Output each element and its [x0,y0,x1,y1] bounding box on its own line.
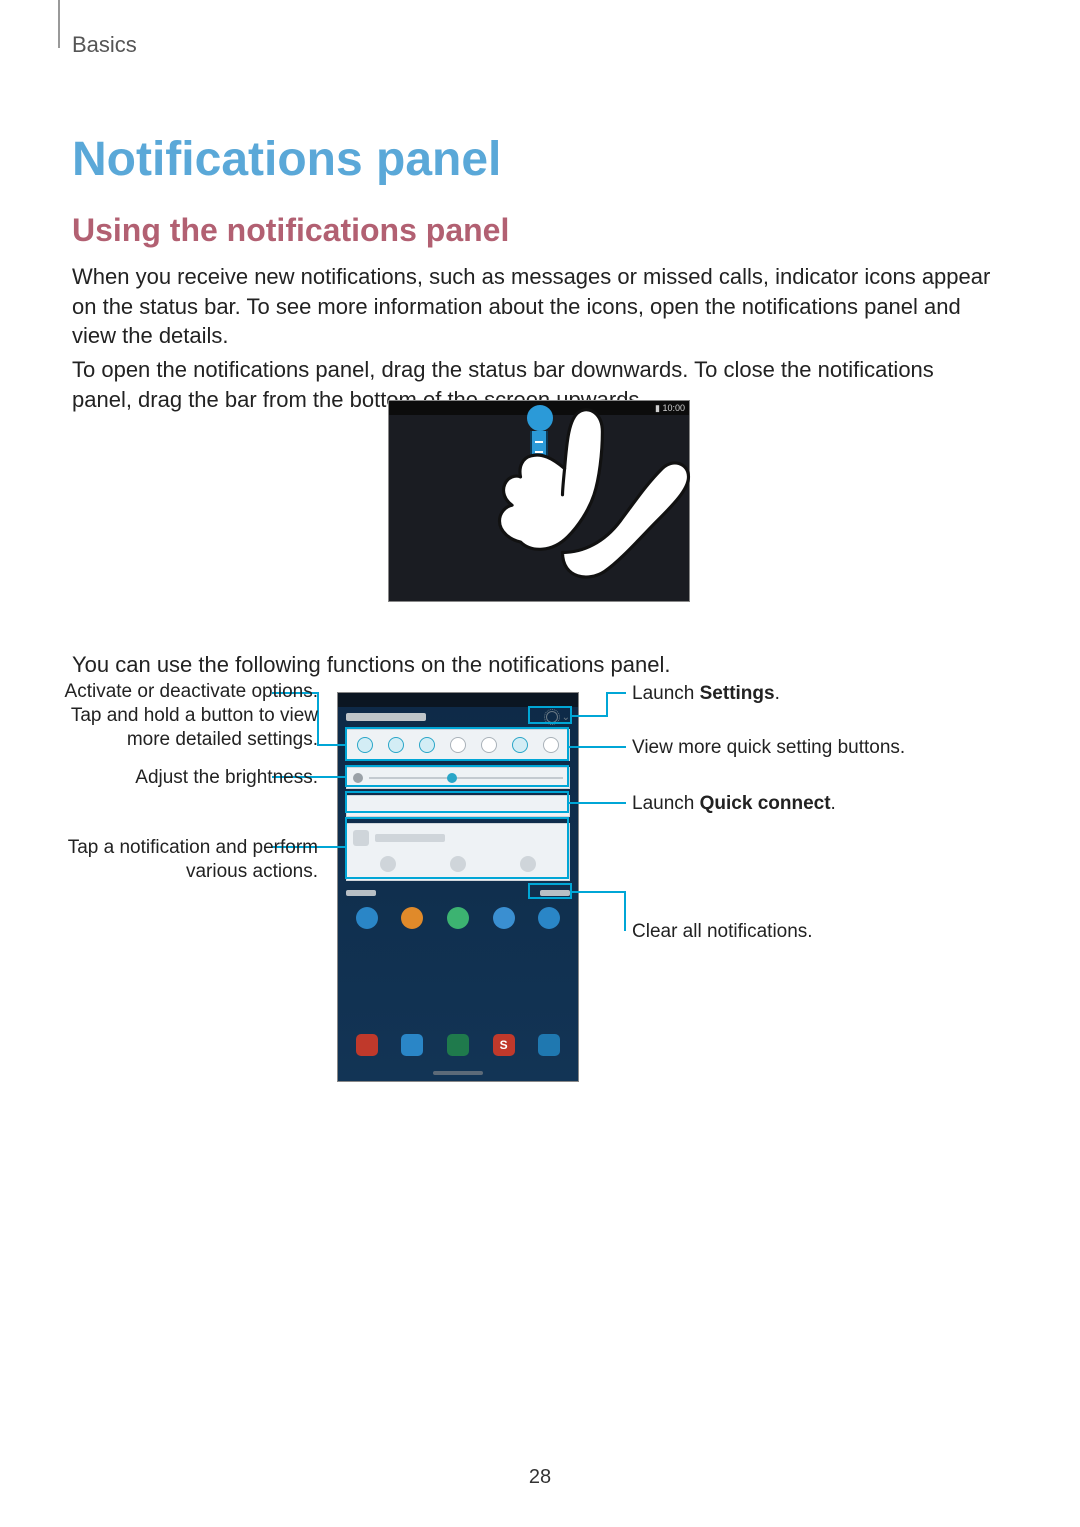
callout-view-more: View more quick setting buttons. [632,736,932,760]
callout-line [624,929,626,931]
toggle-rotate[interactable] [450,737,466,753]
paragraph-1: When you receive new notifications, such… [72,262,992,351]
panel-date-label [346,713,426,721]
callout-clear-all: Clear all notifications. [632,920,932,944]
figure-panel-callouts: ⌄ [72,668,992,1088]
callout-brightness: Adjust the brightness. [58,766,318,790]
callout-line [572,715,608,717]
callout-line [317,744,345,746]
clear-all-button[interactable] [540,890,570,896]
brightness-row [346,767,570,789]
notif-settings-label[interactable] [346,890,376,896]
callout-line [606,692,626,694]
toggle-mobile-data[interactable] [512,737,528,753]
settings-gear-icon[interactable] [546,711,558,723]
callout-line [572,891,626,893]
section-title: Using the notifications panel [72,212,509,249]
notification-card[interactable] [346,823,570,881]
toggle-sound[interactable] [419,737,435,753]
brightness-icon [353,773,363,783]
device-status-bar [338,693,578,707]
toggle-location[interactable] [388,737,404,753]
toggle-wifi[interactable] [357,737,373,753]
callout-line [569,802,626,804]
toggle-torch[interactable] [543,737,559,753]
page-number: 28 [0,1466,1080,1489]
toggle-bluetooth[interactable] [481,737,497,753]
quick-toggle-row [346,729,570,761]
callout-line [569,746,626,748]
page-edge-rule [58,0,60,48]
device-screenshot: ⌄ [337,692,579,1082]
callout-quick-connect: Launch Quick connect. [632,792,932,816]
panel-header-row: ⌄ [338,707,578,727]
quick-connect-card[interactable] [346,795,570,817]
callout-launch-settings: Launch Settings. [632,682,932,706]
panel-drag-handle[interactable] [433,1071,483,1075]
notifications-footer [346,885,570,901]
figure-drag-statusbar: ▮ 10:00 [388,400,690,602]
breadcrumb: Basics [72,32,137,58]
hand-gesture-icon [489,395,699,605]
page-title: Notifications panel [72,132,501,187]
home-app-row [338,907,578,929]
callout-activate-options: Activate or deactivate options. Tap and … [58,680,318,751]
brightness-slider[interactable] [369,777,563,779]
home-dock: S [338,1027,578,1063]
callout-notification-action: Tap a notification and perform various a… [58,836,318,884]
expand-chevron-icon[interactable]: ⌄ [562,712,570,723]
callout-line [624,891,626,929]
callout-line [606,692,608,715]
